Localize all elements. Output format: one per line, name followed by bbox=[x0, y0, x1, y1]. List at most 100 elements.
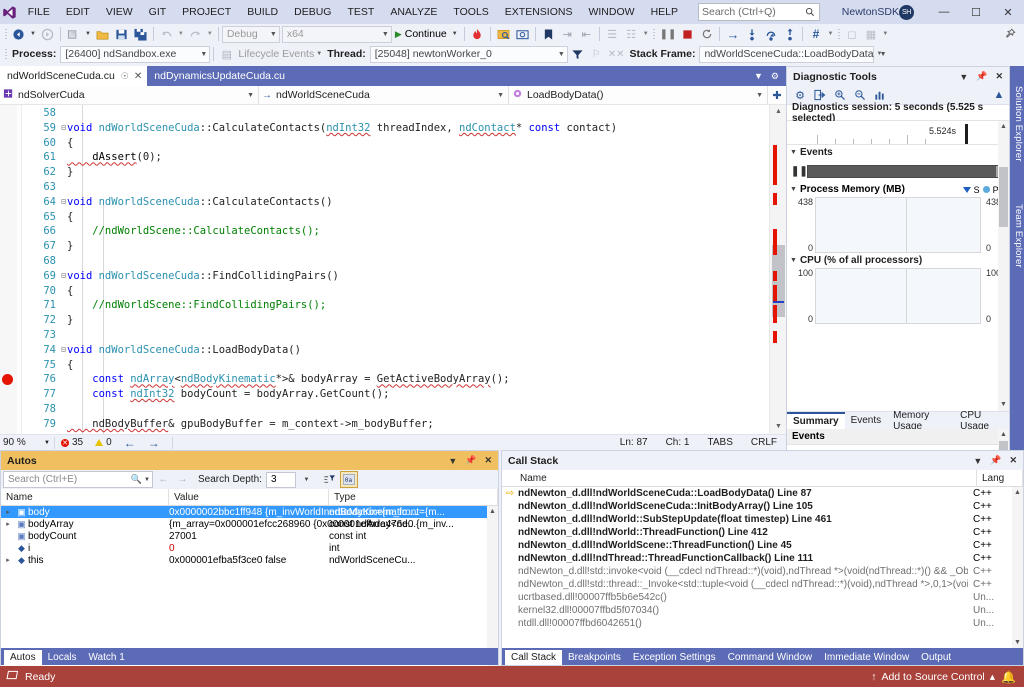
events-section-header[interactable]: ▼ Events bbox=[787, 145, 1009, 160]
open-file-icon[interactable] bbox=[93, 25, 112, 43]
expand-chevron-icon[interactable]: ▸ bbox=[1, 520, 15, 528]
save-icon[interactable] bbox=[112, 25, 131, 43]
call-stack-row[interactable]: ⇨ndNewton_d.dll!ndWorldSceneCuda::LoadBo… bbox=[502, 487, 1023, 500]
menu-extensions[interactable]: EXTENSIONS bbox=[497, 0, 581, 24]
chevron-down-icon[interactable]: ▼ bbox=[444, 456, 461, 466]
timeline-cursor[interactable] bbox=[965, 124, 968, 144]
minimize-button[interactable]: — bbox=[928, 0, 960, 24]
call-stack-row[interactable]: ndNewton_d.dll!ndWorldScene::ThreadFunct… bbox=[502, 539, 1023, 552]
call-stack-row[interactable]: kernel32.dll!00007ffbd5f07034()Un... bbox=[502, 604, 1023, 617]
table-row[interactable]: ▣bodyCount27001const int bbox=[1, 530, 498, 542]
bookmark-overflow-icon[interactable]: ▼ bbox=[641, 25, 651, 43]
new-project-dropdown-icon[interactable]: ▼ bbox=[83, 25, 93, 43]
chevron-down-icon[interactable]: ▼ bbox=[144, 477, 150, 483]
call-stack-scrollbar[interactable]: ▲▼ bbox=[1012, 487, 1023, 649]
chevron-down-icon[interactable]: ▼ bbox=[750, 71, 767, 81]
menu-test[interactable]: TEST bbox=[339, 0, 382, 24]
tab-exception-settings[interactable]: Exception Settings bbox=[627, 650, 722, 665]
gear-icon[interactable]: ⚙ bbox=[767, 71, 783, 82]
code-line[interactable]: 69⊟void ndWorldSceneCuda::FindCollidingP… bbox=[22, 269, 786, 284]
toolbar-overflow-icon[interactable]: ▼ bbox=[880, 25, 890, 43]
toolbar-grip[interactable] bbox=[651, 26, 658, 42]
continue-button[interactable]: ▶ Continue ▼ bbox=[392, 25, 461, 43]
code-line[interactable]: 70{ bbox=[22, 284, 786, 299]
process-combo[interactable]: [26400] ndSandbox.exe ▼ bbox=[60, 46, 210, 63]
diagnostics-scroll-thumb[interactable] bbox=[999, 167, 1008, 227]
close-icon[interactable]: ✕ bbox=[134, 71, 142, 82]
events-track[interactable] bbox=[807, 165, 1005, 178]
breakpoint-margin[interactable]: ⇨ bbox=[0, 105, 17, 434]
code-line[interactable]: 61 dAssert(0); bbox=[22, 150, 786, 165]
toolbar-grip[interactable] bbox=[2, 46, 9, 62]
new-project-icon[interactable] bbox=[64, 25, 83, 43]
autos-rows[interactable]: ▸▣body0x0000002bbc1ff948 {m_invWorldIner… bbox=[1, 506, 498, 666]
scroll-up-arrow-icon[interactable]: ▲ bbox=[998, 429, 1009, 441]
table-row[interactable]: ▸▣bodyArray{m_array=0x000001efcc268960 {… bbox=[1, 518, 498, 530]
quick-search-input[interactable]: Search (Ctrl+Q) bbox=[698, 3, 820, 21]
code-line[interactable]: 63 bbox=[22, 180, 786, 195]
avatar[interactable]: SH bbox=[899, 5, 914, 20]
editor-tab-ndworldscenecuda[interactable]: ndWorldSceneCuda.cu ☉ ✕ bbox=[0, 66, 147, 86]
diagnostics-tab-cpu-usage[interactable]: CPU Usage bbox=[954, 412, 1009, 429]
menu-file[interactable]: FILE bbox=[20, 0, 58, 24]
lifecycle-events-icon[interactable]: ▤ bbox=[217, 45, 236, 63]
menu-analyze[interactable]: ANALYZE bbox=[382, 0, 445, 24]
scroll-up-arrow-icon[interactable]: ▲ bbox=[1012, 487, 1023, 499]
call-stack-rows[interactable]: ⇨ndNewton_d.dll!ndWorldSceneCuda::LoadBo… bbox=[502, 487, 1023, 649]
split-view-icon[interactable]: ✚ bbox=[768, 89, 786, 102]
close-icon[interactable]: ✕ bbox=[1005, 455, 1021, 466]
expand-chevron-icon[interactable]: ▸ bbox=[1, 508, 15, 516]
search-depth-input[interactable]: 3 bbox=[266, 472, 296, 488]
code-line[interactable]: 59⊟void ndWorldSceneCuda::CalculateConta… bbox=[22, 121, 786, 136]
scroll-down-arrow-icon[interactable]: ▼ bbox=[998, 399, 1009, 411]
no-filter-icon[interactable]: ✕✕ bbox=[606, 45, 627, 63]
tab-call-stack[interactable]: Call Stack bbox=[505, 650, 562, 665]
process-memory-header[interactable]: ▼ Process Memory (MB) S P... bbox=[787, 182, 1009, 197]
expand-chevron-icon[interactable]: ▸ bbox=[1, 556, 15, 564]
toolbar-grip[interactable] bbox=[835, 26, 842, 42]
menu-help[interactable]: HELP bbox=[643, 0, 686, 24]
flag-filter-icon[interactable]: ⚐ bbox=[587, 45, 606, 63]
navbar-member-combo[interactable]: LoadBodyData() ▼ bbox=[509, 86, 767, 105]
hot-reload-icon[interactable] bbox=[468, 25, 487, 43]
variable-value[interactable]: 27001 bbox=[169, 531, 197, 542]
call-stack-row[interactable]: ndNewton_d.dll!std::invoke<void (__cdecl… bbox=[502, 565, 1023, 578]
pin-icon[interactable]: 📌 bbox=[972, 71, 991, 82]
code-line[interactable]: 72} bbox=[22, 313, 786, 328]
scroll-up-arrow-icon[interactable]: ▲ bbox=[487, 506, 498, 518]
step-over-icon[interactable] bbox=[761, 25, 780, 43]
search-depth-dropdown-icon[interactable]: ▼ bbox=[298, 471, 315, 488]
call-stack-row[interactable]: ndNewton_d.dll!std::thread::_Invoke<std:… bbox=[502, 578, 1023, 591]
code-line[interactable]: 76 const ndArray<ndBodyKinematic*>& body… bbox=[22, 372, 786, 387]
filter-icon[interactable] bbox=[321, 471, 338, 488]
navigate-forward-icon[interactable] bbox=[38, 25, 57, 43]
line-numbers-icon[interactable]: # bbox=[806, 25, 825, 43]
save-all-icon[interactable] bbox=[131, 25, 150, 43]
diagnostics-timeline[interactable]: 5.524s bbox=[787, 121, 1009, 145]
editor-vertical-scrollbar[interactable]: ▲ ▼ bbox=[769, 105, 786, 434]
code-line[interactable]: 73 bbox=[22, 328, 786, 343]
redo-icon[interactable] bbox=[186, 25, 205, 43]
menu-view[interactable]: VIEW bbox=[98, 0, 141, 24]
search-previous-button[interactable]: ← bbox=[155, 471, 172, 488]
lifecycle-dropdown-icon[interactable]: ▼ bbox=[314, 45, 324, 63]
column-header-value[interactable]: Value bbox=[169, 489, 329, 506]
code-line[interactable]: 77 const ndInt32 bodyCount = bodyArray.G… bbox=[22, 387, 786, 402]
step-out-icon[interactable] bbox=[780, 25, 799, 43]
previous-issue-button[interactable]: ← bbox=[118, 436, 142, 450]
stop-debugging-icon[interactable] bbox=[678, 25, 697, 43]
code-editor[interactable]: ⇨ 5859⊟void ndWorldSceneCuda::CalculateC… bbox=[0, 105, 786, 434]
solution-platform-combo[interactable]: x64 ▼ bbox=[282, 26, 392, 43]
tab-immediate-window[interactable]: Immediate Window bbox=[818, 650, 915, 665]
call-stack-row[interactable]: ndNewton_d.dll!ndWorld::ThreadFunction()… bbox=[502, 526, 1023, 539]
autos-search-input[interactable]: Search (Ctrl+E) 🔍 ▼ bbox=[3, 471, 153, 488]
navbar-scope-combo[interactable]: → ndWorldSceneCuda ▼ bbox=[259, 86, 508, 105]
warning-count[interactable]: 0 bbox=[89, 437, 118, 448]
close-icon[interactable]: ✕ bbox=[991, 71, 1007, 82]
thread-combo[interactable]: [25048] newtonWorker_0 ▼ bbox=[370, 46, 568, 63]
next-bookmark-icon[interactable]: ⇥ bbox=[558, 25, 577, 43]
rail-solution-explorer[interactable]: Solution Explorer bbox=[1010, 68, 1024, 180]
tab-breakpoints[interactable]: Breakpoints bbox=[562, 650, 627, 665]
next-issue-button[interactable]: → bbox=[142, 436, 166, 450]
column-header-type[interactable]: Type bbox=[329, 489, 498, 506]
